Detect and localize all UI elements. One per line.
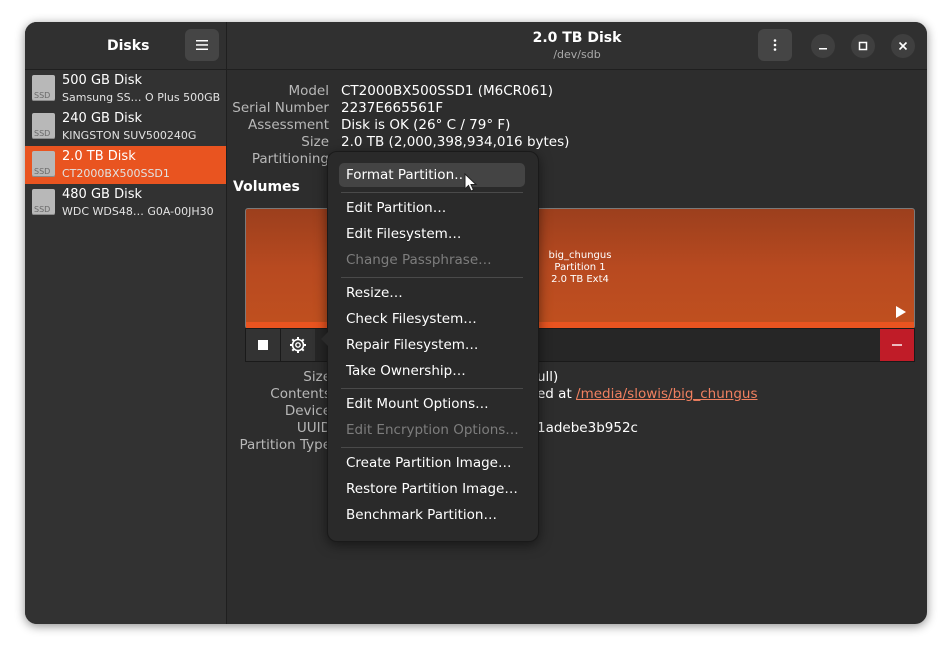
ssd-icon: SSD xyxy=(32,113,55,139)
partition-context-menu: Format Partition… Edit Partition… Edit F… xyxy=(321,151,539,542)
ssd-icon: SSD xyxy=(32,75,55,101)
serial-value: 2237E665561F xyxy=(341,100,444,116)
app-title: Disks xyxy=(107,38,150,54)
ssd-icon: SSD xyxy=(32,151,55,177)
mount-path-link[interactable]: /media/slowis/big_chungus xyxy=(576,386,757,402)
sidebar-header: Disks xyxy=(25,22,226,70)
menu-arrow xyxy=(321,332,328,346)
minus-icon xyxy=(892,344,902,346)
sidebar: Disks SSD 500 GB Disk Samsung SS… O Plus… xyxy=(25,22,227,624)
size-value: 2.0 TB (2,000,398,934,016 bytes) xyxy=(341,134,570,150)
close-icon xyxy=(898,41,908,51)
close-button[interactable] xyxy=(891,34,915,58)
mouse-cursor-icon xyxy=(464,173,478,192)
disk-menu-button[interactable] xyxy=(758,29,792,61)
disk-name: 500 GB Disk xyxy=(62,73,142,88)
menu-check-filesystem[interactable]: Check Filesystem… xyxy=(339,307,525,331)
menu-take-ownership[interactable]: Take Ownership… xyxy=(339,359,525,383)
menu-edit-partition[interactable]: Edit Partition… xyxy=(339,196,525,220)
menu-change-passphrase: Change Passphrase… xyxy=(346,252,492,268)
partitioning-label: Partitioning xyxy=(251,151,329,167)
menu-edit-mount-options[interactable]: Edit Mount Options… xyxy=(339,392,525,416)
menu-restore-partition-image[interactable]: Restore Partition Image… xyxy=(339,477,525,501)
stop-icon xyxy=(258,340,268,350)
disk-model: WDC WDS48… G0A-00JH30 xyxy=(62,205,214,218)
menu-format-partition[interactable]: Format Partition… xyxy=(339,163,525,187)
minimize-button[interactable] xyxy=(811,34,835,58)
play-icon xyxy=(896,306,906,318)
hamburger-icon xyxy=(196,40,208,50)
menu-resize[interactable]: Resize… xyxy=(339,281,525,305)
disk-list: SSD 500 GB Disk Samsung SS… O Plus 500GB… xyxy=(25,70,226,222)
maximize-icon xyxy=(858,41,868,51)
ssd-icon: SSD xyxy=(32,189,55,215)
menu-separator xyxy=(341,277,523,278)
main-menu-button[interactable] xyxy=(185,29,219,61)
gear-icon xyxy=(290,337,306,353)
disk-item-2tb[interactable]: SSD 2.0 TB Disk CT2000BX500SSD1 xyxy=(25,146,226,184)
menu-separator xyxy=(341,388,523,389)
volumes-title: Volumes xyxy=(233,179,300,195)
uuid-value: 1adebe3b952c xyxy=(537,420,638,436)
disk-model: KINGSTON SUV500240G xyxy=(62,129,197,142)
unmount-button[interactable] xyxy=(246,329,281,361)
assessment-label: Assessment xyxy=(248,117,329,133)
vsize-value: ull) xyxy=(537,369,559,385)
header-bar: 2.0 TB Disk /dev/sdb xyxy=(227,22,927,70)
assessment-value: Disk is OK (26° C / 79° F) xyxy=(341,117,511,133)
serial-label: Serial Number xyxy=(232,100,329,116)
delete-partition-button[interactable] xyxy=(880,329,914,361)
uuid-label: UUID xyxy=(296,420,331,436)
partition-type-label: Partition Type xyxy=(239,437,331,453)
disk-name: 2.0 TB Disk xyxy=(62,149,136,164)
menu-edit-filesystem[interactable]: Edit Filesystem… xyxy=(339,222,525,246)
disk-name: 240 GB Disk xyxy=(62,111,142,126)
device-label: Device xyxy=(284,403,331,419)
menu-benchmark-partition[interactable]: Benchmark Partition… xyxy=(339,503,525,527)
menu-separator xyxy=(341,192,523,193)
partition-options-button[interactable] xyxy=(281,329,315,361)
minimize-icon xyxy=(819,48,827,50)
disk-item-240gb[interactable]: SSD 240 GB Disk KINGSTON SUV500240G xyxy=(25,108,226,146)
disk-model: CT2000BX500SSD1 xyxy=(62,167,170,180)
contents-label: Contents xyxy=(270,386,331,402)
disk-item-500gb[interactable]: SSD 500 GB Disk Samsung SS… O Plus 500GB xyxy=(25,70,226,108)
disk-model: Samsung SS… O Plus 500GB xyxy=(62,91,221,104)
menu-separator xyxy=(341,447,523,448)
size-label: Size xyxy=(301,134,329,150)
maximize-button[interactable] xyxy=(851,34,875,58)
disk-item-480gb[interactable]: SSD 480 GB Disk WDC WDS48… G0A-00JH30 xyxy=(25,184,226,222)
contents-value: ed at /media/slowis/big_chungus xyxy=(537,386,757,402)
model-value: CT2000BX500SSD1 (M6CR061) xyxy=(341,83,554,99)
model-label: Model xyxy=(288,83,329,99)
kebab-icon xyxy=(773,39,777,51)
contents-prefix: ed at xyxy=(537,386,572,402)
menu-create-partition-image[interactable]: Create Partition Image… xyxy=(339,451,525,475)
menu-edit-encryption-options: Edit Encryption Options… xyxy=(346,422,519,438)
menu-repair-filesystem[interactable]: Repair Filesystem… xyxy=(339,333,525,357)
disk-name: 480 GB Disk xyxy=(62,187,142,202)
